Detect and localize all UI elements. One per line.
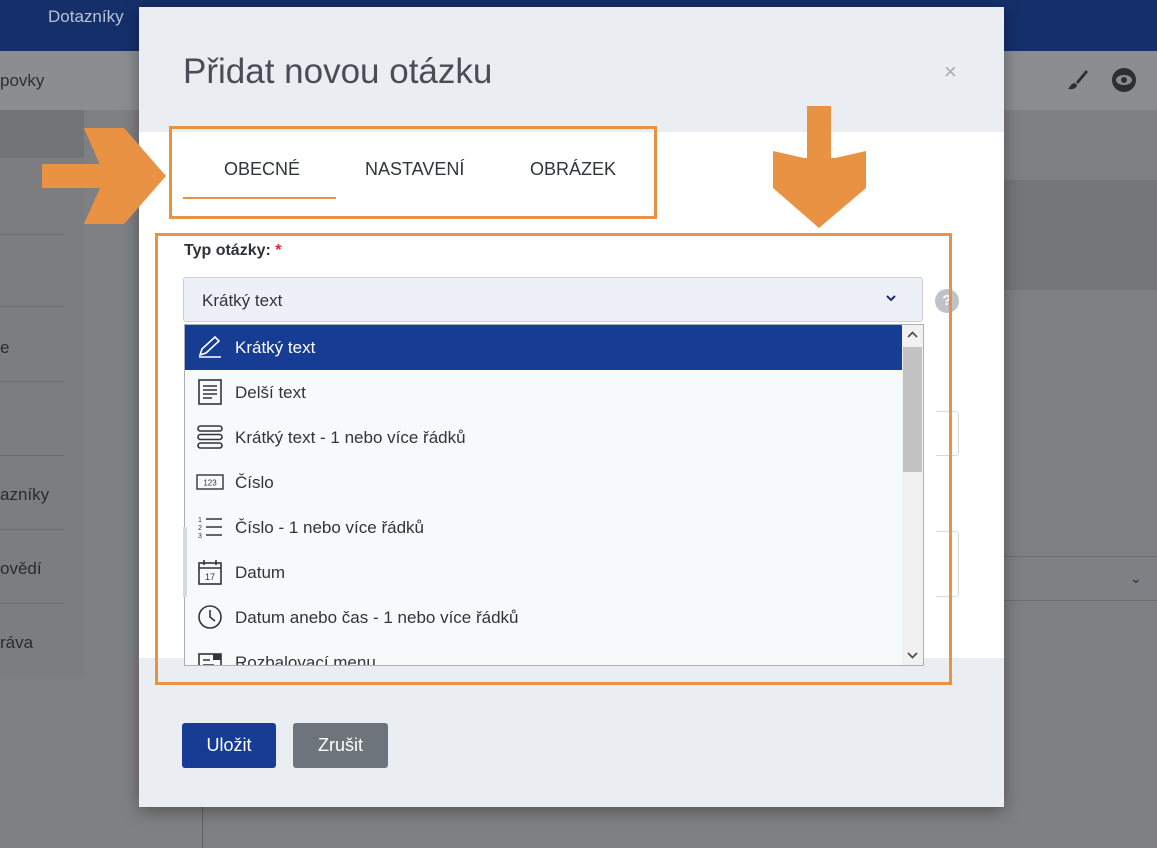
- eye-icon[interactable]: [1111, 67, 1137, 93]
- question-type-highlight-box: [155, 233, 952, 685]
- sidebar-item[interactable]: e: [0, 338, 9, 358]
- divider: [0, 381, 64, 382]
- background-panel: [1004, 180, 1157, 290]
- modal-header: Přidat novou otázku ×: [139, 7, 1004, 132]
- breadcrumb[interactable]: povky: [0, 71, 44, 91]
- save-button[interactable]: Uložit: [182, 723, 276, 768]
- divider: [0, 529, 64, 530]
- close-icon[interactable]: ×: [944, 59, 957, 85]
- paintbrush-icon[interactable]: [1064, 67, 1090, 93]
- divider: [0, 234, 64, 235]
- sidebar-item[interactable]: ovědí: [0, 559, 42, 579]
- sidebar-item[interactable]: azníky: [0, 485, 49, 505]
- divider: [0, 306, 64, 307]
- app-name[interactable]: Dotazníky: [48, 7, 124, 27]
- divider: [0, 455, 64, 456]
- sidebar-item[interactable]: ráva: [0, 633, 33, 653]
- tabs-highlight-box: [169, 126, 657, 219]
- chevron-down-icon[interactable]: ⌄: [1130, 570, 1142, 587]
- cancel-button[interactable]: Zrušit: [293, 723, 388, 768]
- divider: [1004, 556, 1157, 557]
- modal-title: Přidat novou otázku: [183, 52, 493, 91]
- arrow-down-icon: [773, 106, 866, 228]
- divider: [0, 603, 64, 604]
- divider: [1004, 600, 1157, 601]
- arrow-right-icon: [42, 128, 166, 224]
